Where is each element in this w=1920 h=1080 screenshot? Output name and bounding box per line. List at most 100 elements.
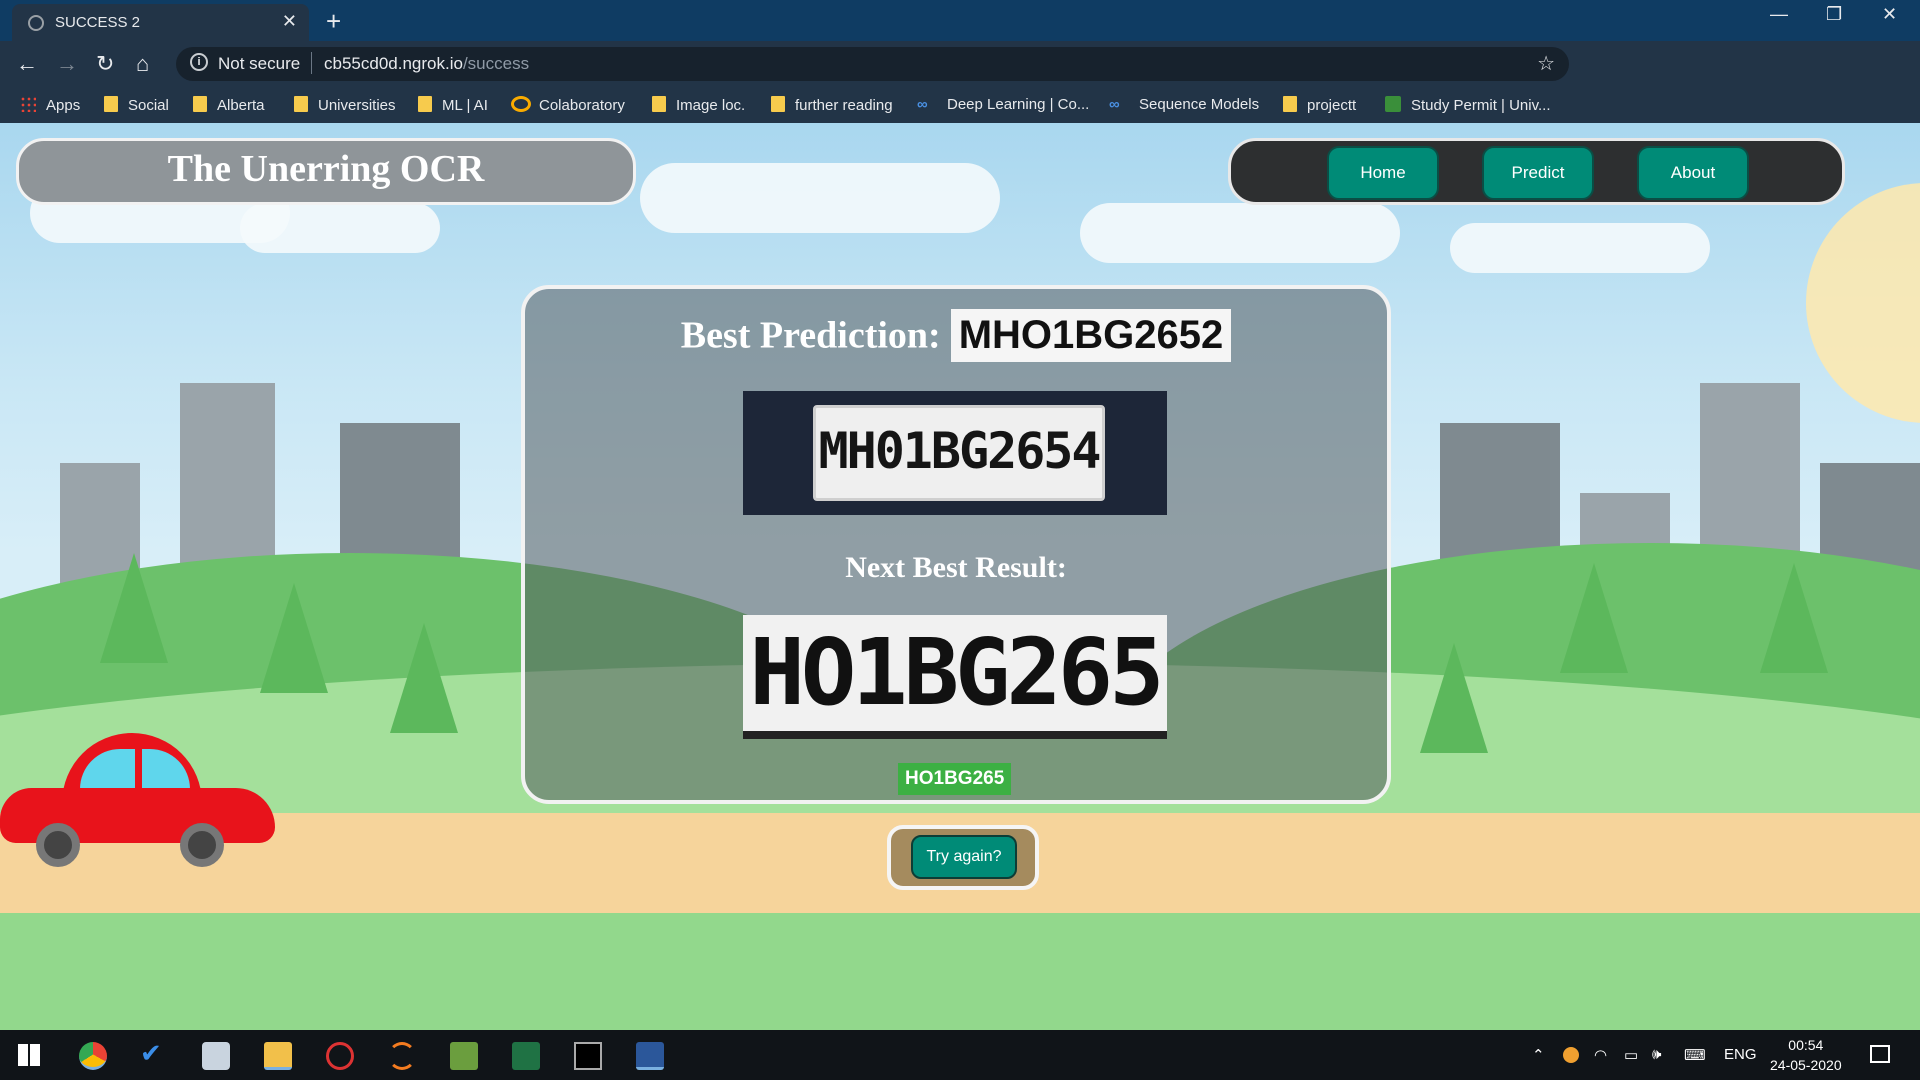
bookmark-colaboratory[interactable]: Colaboratory: [511, 96, 625, 114]
car-wheel: [36, 823, 80, 867]
browser-toolbar: ← → ↻ ⌂ i Not secure cb55cd0d.ngrok.io/s…: [0, 41, 1920, 118]
home-icon[interactable]: ⌂: [136, 51, 149, 77]
best-prediction-label: Best Prediction:: [680, 314, 941, 357]
folder-icon: [771, 96, 785, 112]
site-title: The Unerring OCR: [167, 148, 485, 190]
app-taskbar-icon[interactable]: [326, 1042, 354, 1070]
address-bar[interactable]: i Not secure cb55cd0d.ngrok.io/success ☆: [176, 47, 1569, 81]
new-tab-button[interactable]: +: [326, 6, 341, 37]
todo-taskbar-icon[interactable]: ✔: [140, 1038, 168, 1068]
bookmark-universities[interactable]: Universities: [294, 96, 396, 114]
folder-icon: [652, 96, 666, 112]
browser-tab[interactable]: SUCCESS 2 ✕: [12, 4, 309, 41]
tray-app-icon[interactable]: [1563, 1047, 1579, 1063]
terminal-taskbar-icon[interactable]: [574, 1042, 602, 1070]
next-best-value: HO1BG265: [898, 763, 1012, 795]
tree-illustration: [1760, 563, 1828, 673]
bookmark-label: Deep Learning | Co...: [947, 96, 1090, 113]
file-explorer-taskbar-icon[interactable]: [264, 1042, 292, 1070]
bookmark-label: Alberta: [217, 97, 265, 114]
brand-card: The Unerring OCR: [16, 138, 636, 205]
folder-icon: [1283, 96, 1297, 112]
folder-icon: [104, 96, 118, 112]
close-window-icon[interactable]: ✕: [1882, 4, 1897, 25]
bookmark-label: projectt: [1307, 97, 1357, 114]
minimize-icon[interactable]: —: [1770, 4, 1788, 25]
address-divider: [311, 52, 312, 74]
tray-chevron-icon[interactable]: ⌃: [1532, 1046, 1545, 1064]
bookmark-sequence-models[interactable]: ∞ Sequence Models: [1109, 96, 1259, 113]
browser-tab-strip: SUCCESS 2 ✕ + — ❐ ✕: [0, 0, 1920, 41]
chrome-taskbar-icon[interactable]: [79, 1042, 107, 1070]
bookmark-star-icon[interactable]: ☆: [1537, 51, 1555, 76]
system-clock[interactable]: 00:54 24-05-2020: [1770, 1035, 1842, 1075]
folder-icon: [418, 96, 432, 112]
url-host: cb55cd0d.ngrok.io: [324, 54, 463, 73]
bookmark-alberta[interactable]: Alberta: [193, 96, 265, 114]
bookmark-image-loc[interactable]: Image loc.: [652, 96, 745, 114]
wifi-icon[interactable]: ◠: [1594, 1046, 1607, 1064]
cloud-illustration: [640, 163, 1000, 233]
cloud-illustration: [1450, 223, 1710, 273]
try-again-container: Try again?: [887, 825, 1039, 890]
prediction-result-card: Best Prediction: MHO1BG2652 MH01BG2654 Ne…: [521, 285, 1391, 804]
close-tab-icon[interactable]: ✕: [282, 11, 297, 32]
tree-illustration: [100, 553, 168, 663]
keyboard-icon[interactable]: ⌨: [1684, 1046, 1706, 1064]
clock-date: 24-05-2020: [1770, 1057, 1842, 1073]
bookmark-study-permit[interactable]: Study Permit | Univ...: [1385, 96, 1551, 114]
image-app-taskbar-icon[interactable]: [450, 1042, 478, 1070]
folder-icon: [294, 96, 308, 112]
bookmark-projectt[interactable]: projectt: [1283, 96, 1356, 114]
bookmark-label: ML | AI: [442, 97, 488, 114]
bookmark-label: Universities: [318, 97, 396, 114]
car-illustration: [0, 733, 280, 873]
bookmark-label: Colaboratory: [539, 97, 625, 114]
car-wheel: [180, 823, 224, 867]
coursera-icon: ∞: [1109, 96, 1120, 113]
bookmark-ml-ai[interactable]: ML | AI: [418, 96, 488, 114]
cloud-illustration: [240, 203, 440, 253]
notifications-icon[interactable]: [1870, 1045, 1890, 1063]
bookmark-label: Study Permit | Univ...: [1411, 97, 1551, 114]
drive-taskbar-icon[interactable]: [202, 1042, 230, 1070]
windows-start-icon[interactable]: [18, 1044, 40, 1066]
nav-home-button[interactable]: Home: [1327, 146, 1439, 200]
bookmark-label: Apps: [46, 97, 81, 114]
reload-icon[interactable]: ↻: [96, 51, 114, 77]
forward-arrow-icon[interactable]: →: [56, 51, 78, 77]
nav-about-button[interactable]: About: [1637, 146, 1749, 200]
excel-taskbar-icon[interactable]: [512, 1042, 540, 1070]
license-plate-image: MH01BG2654: [743, 391, 1167, 515]
word-taskbar-icon[interactable]: [636, 1042, 664, 1070]
university-crest-icon: [1385, 96, 1401, 112]
volume-icon[interactable]: 🕪: [1652, 1046, 1661, 1063]
windows-taskbar: ✔ ⌃ ◠ ▭ 🕪 ⌨ ENG 00:54 24-05-2020: [0, 1030, 1920, 1080]
jupyter-taskbar-icon[interactable]: [388, 1042, 416, 1070]
url-text: cb55cd0d.ngrok.io/success: [324, 54, 529, 74]
bookmark-label: Image loc.: [676, 97, 746, 114]
bookmark-deep-learning[interactable]: ∞ Deep Learning | Co...: [917, 96, 1089, 113]
coursera-icon: ∞: [917, 96, 928, 113]
language-indicator[interactable]: ENG: [1724, 1046, 1757, 1063]
plate-image-text: MH01BG2654: [818, 422, 1101, 480]
try-again-button[interactable]: Try again?: [911, 835, 1017, 879]
bookmark-social[interactable]: Social: [104, 96, 169, 114]
tree-illustration: [260, 583, 328, 693]
best-prediction-value: MHO1BG2652: [950, 309, 1232, 362]
grass-illustration: [0, 913, 1920, 1030]
main-nav: Home Predict About: [1228, 138, 1845, 205]
bookmark-apps[interactable]: Apps: [20, 96, 80, 114]
back-arrow-icon[interactable]: ←: [16, 51, 38, 77]
battery-icon[interactable]: ▭: [1624, 1046, 1638, 1064]
url-path: /success: [462, 54, 530, 73]
colab-icon: [511, 96, 531, 112]
bookmark-label: further reading: [795, 97, 893, 114]
restore-icon[interactable]: ❐: [1826, 4, 1842, 25]
bookmark-further-reading[interactable]: further reading: [771, 96, 893, 114]
clock-time: 00:54: [1788, 1037, 1824, 1053]
tree-illustration: [1420, 643, 1488, 753]
nav-predict-button[interactable]: Predict: [1482, 146, 1594, 200]
page-viewport: The Unerring OCR Home Predict About Best…: [0, 123, 1920, 1030]
info-icon[interactable]: i: [190, 53, 208, 71]
